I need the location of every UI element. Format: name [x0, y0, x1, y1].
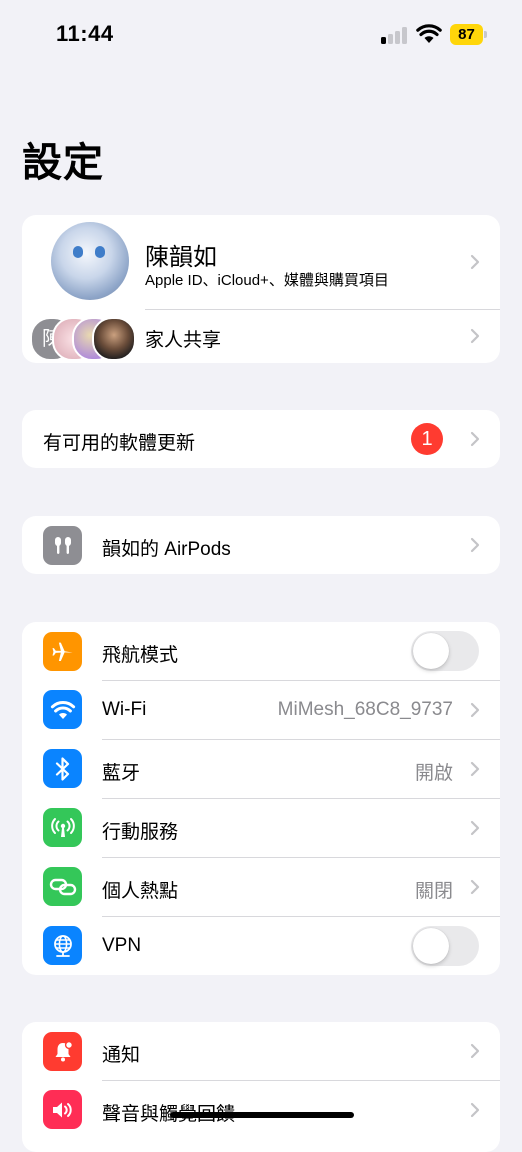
- vpn-row: VPN: [22, 917, 500, 975]
- vpn-label: VPN: [102, 935, 142, 956]
- bell-icon: [43, 1032, 82, 1071]
- family-sharing-label: 家人共享: [145, 330, 222, 351]
- home-indicator[interactable]: [170, 1112, 354, 1118]
- wifi-row[interactable]: Wi-Fi MiMesh_68C8_9737: [22, 681, 500, 739]
- wifi-label: Wi-Fi: [102, 699, 147, 720]
- chevron-right-icon: [470, 537, 480, 553]
- airpods-icon: [43, 526, 82, 565]
- chevron-right-icon: [470, 702, 480, 718]
- family-avatar-group: 陳: [30, 315, 140, 361]
- chevron-right-icon: [470, 328, 480, 344]
- software-update-row[interactable]: 有可用的軟體更新 1: [22, 410, 500, 468]
- status-time: 11:44: [56, 21, 114, 46]
- wifi-icon: [43, 690, 82, 729]
- cellular-label: 行動服務: [102, 822, 179, 843]
- update-count-badge: 1: [411, 423, 443, 455]
- chevron-right-icon: [470, 820, 480, 836]
- speaker-icon: [43, 1090, 82, 1129]
- personal-hotspot-label: 個人熱點: [102, 881, 179, 902]
- wifi-status-icon: [416, 24, 442, 43]
- battery-indicator: 87: [450, 24, 488, 45]
- airplane-mode-toggle[interactable]: [411, 631, 479, 671]
- battery-level: 87: [450, 24, 483, 45]
- cellular-row[interactable]: 行動服務: [22, 799, 500, 857]
- airpods-row[interactable]: 韻如的 AirPods: [22, 516, 500, 574]
- personal-hotspot-row[interactable]: 個人熱點 關閉: [22, 858, 500, 916]
- family-sharing-row[interactable]: 陳 家人共享: [22, 310, 500, 363]
- profile-name: 陳韻如: [145, 244, 217, 271]
- hotspot-icon: [43, 867, 82, 906]
- software-update-label: 有可用的軟體更新: [43, 433, 196, 454]
- software-update-card: 有可用的軟體更新 1: [22, 410, 500, 468]
- bluetooth-status-value: 開啟: [414, 763, 453, 784]
- profile-card: 陳韻如 Apple ID、iCloud+、媒體與購買項目 陳 家人共享: [22, 215, 500, 363]
- apple-id-row[interactable]: 陳韻如 Apple ID、iCloud+、媒體與購買項目: [22, 215, 500, 309]
- chevron-right-icon: [470, 879, 480, 895]
- chevron-right-icon: [470, 431, 480, 447]
- chevron-right-icon: [470, 1102, 480, 1118]
- vpn-globe-icon: [43, 926, 82, 965]
- bluetooth-row[interactable]: 藍牙 開啟: [22, 740, 500, 798]
- avatar: [51, 222, 129, 300]
- airpods-card: 韻如的 AirPods: [22, 516, 500, 574]
- antenna-icon: [43, 808, 82, 847]
- bluetooth-icon: [43, 749, 82, 788]
- bluetooth-label: 藍牙: [102, 763, 141, 784]
- notifications-row[interactable]: 通知: [22, 1022, 500, 1080]
- connectivity-card: 飛航模式 Wi-Fi MiMesh_68C8_9737 藍牙 開啟 行動服務 個…: [22, 622, 500, 975]
- chevron-right-icon: [470, 254, 480, 270]
- notifications-card: 通知 聲音與觸覺回饋: [22, 1022, 500, 1152]
- sounds-haptics-row[interactable]: 聲音與觸覺回饋: [22, 1081, 500, 1139]
- cellular-signal-icon: [381, 26, 409, 44]
- chevron-right-icon: [470, 761, 480, 777]
- family-avatar: [92, 317, 136, 361]
- vpn-toggle[interactable]: [411, 926, 479, 966]
- notifications-label: 通知: [102, 1045, 141, 1066]
- profile-subtitle: Apple ID、iCloud+、媒體與購買項目: [145, 272, 389, 289]
- airplane-mode-label: 飛航模式: [102, 645, 179, 666]
- airplane-mode-row: 飛航模式: [22, 622, 500, 680]
- wifi-network-value: MiMesh_68C8_9737: [277, 699, 453, 720]
- airpods-label: 韻如的 AirPods: [102, 539, 231, 560]
- airplane-icon: [43, 632, 82, 671]
- hotspot-status-value: 關閉: [414, 881, 453, 902]
- chevron-right-icon: [470, 1043, 480, 1059]
- page-title: 設定: [22, 141, 104, 185]
